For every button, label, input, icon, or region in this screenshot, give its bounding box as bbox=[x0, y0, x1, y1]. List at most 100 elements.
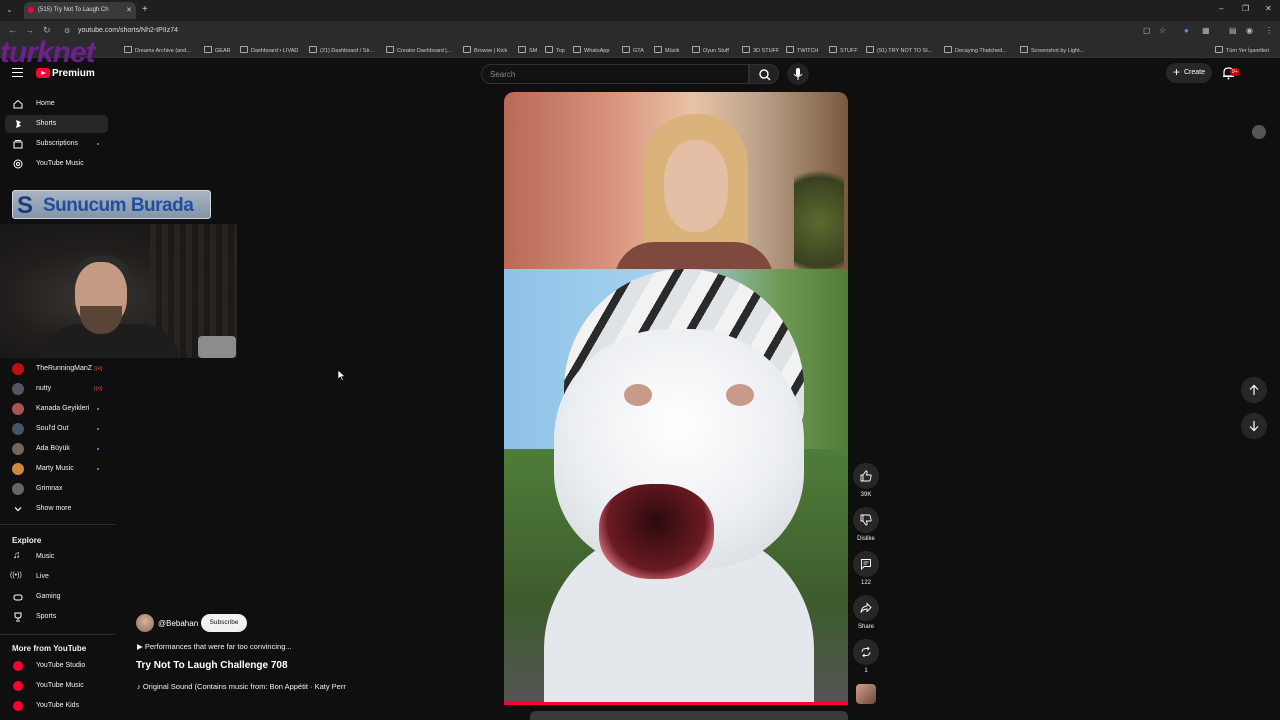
next-short-preview[interactable] bbox=[530, 711, 848, 720]
url-field[interactable]: youtube.com/shorts/Nh2-tPIIz74 bbox=[78, 27, 178, 34]
sidebar-item-subscription[interactable]: Ada Büyük bbox=[5, 440, 108, 458]
bookmark-item[interactable]: Creator Dashboard |... bbox=[386, 46, 451, 54]
bookmark-item[interactable]: Müzik bbox=[654, 46, 679, 54]
short-description[interactable]: ▶ Performances that were far too convinc… bbox=[137, 642, 292, 651]
sidebar-item-subscription[interactable]: Marty Music bbox=[5, 460, 108, 478]
sidebar-item-sports[interactable]: Sports bbox=[5, 608, 108, 626]
sidebar-item-youtube-music[interactable]: YouTube Music bbox=[5, 155, 108, 173]
profile-icon[interactable]: ◉ bbox=[1246, 26, 1253, 35]
sidebar-item-music[interactable]: ♫ Music bbox=[5, 548, 108, 566]
remix-button[interactable]: 1 bbox=[852, 639, 880, 674]
youtube-music-icon bbox=[13, 681, 23, 691]
install-app-icon[interactable]: ▢ bbox=[1143, 26, 1151, 35]
like-button[interactable]: 39K bbox=[852, 463, 880, 498]
sidebar-item-label: Gaming bbox=[36, 593, 61, 600]
live-broadcast-icon: ((•)) bbox=[10, 572, 22, 579]
minimize-icon[interactable]: – bbox=[1219, 4, 1223, 13]
sidebar-item-subscription[interactable]: nutty ((•)) bbox=[5, 380, 108, 398]
channel-handle[interactable]: @Bebahan bbox=[158, 619, 198, 628]
bookmark-item[interactable]: (91) TRY NOT TO SI... bbox=[866, 46, 932, 54]
bookmark-item[interactable]: GTA bbox=[622, 46, 644, 54]
video-top-frame bbox=[504, 92, 848, 282]
close-window-icon[interactable]: ✕ bbox=[1265, 4, 1272, 13]
sidebar-item-subscription[interactable]: TheRunningManZ ((•)) bbox=[5, 360, 108, 378]
sidebar-item-label: YouTube Kids bbox=[36, 702, 80, 709]
channel-avatar bbox=[12, 483, 24, 495]
bookmark-item[interactable]: 3D STUFF bbox=[742, 46, 779, 54]
sidebar-icon[interactable]: ▤ bbox=[1229, 26, 1237, 35]
menu-kebab-icon[interactable]: ⋮ bbox=[1265, 26, 1273, 35]
bookmark-item[interactable]: STUFF bbox=[829, 46, 858, 54]
close-tab-icon[interactable]: ✕ bbox=[126, 6, 132, 14]
bookmark-item[interactable]: Browse | Kick bbox=[463, 46, 507, 54]
bookmark-star-icon[interactable]: ☆ bbox=[1159, 26, 1166, 35]
subscribe-button[interactable]: Subscribe bbox=[201, 614, 247, 632]
voice-search-button[interactable] bbox=[787, 63, 809, 85]
bookmark-item[interactable]: (21) Dashboard / Str... bbox=[309, 46, 374, 54]
bookmark-item[interactable]: WhatsApp bbox=[573, 46, 609, 54]
arrow-down-icon bbox=[1249, 421, 1259, 432]
shorts-video-player[interactable] bbox=[504, 92, 848, 704]
bookmark-item[interactable]: Screenshot by Light... bbox=[1020, 46, 1084, 54]
reload-icon[interactable]: ↻ bbox=[43, 25, 51, 36]
comments-button[interactable]: 122 bbox=[852, 551, 880, 586]
search-input[interactable]: Search bbox=[481, 64, 749, 84]
shorts-icon bbox=[16, 120, 21, 128]
bookmark-item[interactable]: Dashboard • LIVAD bbox=[240, 46, 298, 54]
bookmark-item[interactable]: SM bbox=[518, 46, 537, 54]
bookmark-item[interactable]: Decaying Thatched... bbox=[944, 46, 1007, 54]
tab-list-icon[interactable]: ⌄ bbox=[6, 5, 13, 14]
sidebar-item-home[interactable]: Home bbox=[5, 95, 108, 113]
sidebar-item-shorts[interactable]: Shorts bbox=[5, 115, 108, 133]
channel-avatar bbox=[12, 383, 24, 395]
sidebar-item-youtube-studio[interactable]: YouTube Studio bbox=[5, 657, 108, 675]
dislike-button[interactable]: Dislike bbox=[852, 507, 880, 542]
extension-icon[interactable]: ● bbox=[1184, 26, 1189, 35]
back-icon[interactable]: ← bbox=[8, 25, 17, 35]
sidebar-item-subscription[interactable]: Soul'd Out bbox=[5, 420, 108, 438]
comment-count: 122 bbox=[860, 580, 871, 586]
video-bottom-frame bbox=[504, 269, 848, 704]
account-avatar[interactable] bbox=[1252, 125, 1266, 139]
banner-logo-letter: S bbox=[17, 192, 34, 219]
bookmark-item[interactable]: TWITCH bbox=[786, 46, 818, 54]
new-tab-icon[interactable]: + bbox=[142, 4, 148, 15]
remix-count: 1 bbox=[864, 668, 868, 674]
show-more-button[interactable]: Show more bbox=[5, 500, 108, 518]
sidebar-item-subscriptions[interactable]: Subscriptions bbox=[5, 135, 108, 153]
restore-icon[interactable]: ❐ bbox=[1242, 4, 1249, 13]
chevron-down-icon bbox=[14, 507, 22, 512]
sidebar-item-subscription[interactable]: Kanada Geyikleri bbox=[5, 400, 108, 418]
forward-icon[interactable]: → bbox=[25, 25, 34, 35]
bookmark-item[interactable]: Dreams Archive (and... bbox=[124, 46, 191, 54]
previous-short-button[interactable] bbox=[1241, 377, 1267, 403]
sound-thumbnail[interactable] bbox=[856, 684, 876, 704]
video-progress-bar[interactable] bbox=[504, 702, 848, 705]
sidebar-item-subscription[interactable]: Grimnax bbox=[5, 480, 108, 498]
extensions-puzzle-icon[interactable]: ▦ bbox=[1202, 26, 1210, 35]
arrow-up-icon bbox=[1249, 384, 1259, 395]
channel-avatar[interactable] bbox=[136, 614, 154, 632]
microphone-icon bbox=[793, 68, 803, 80]
sound-link[interactable]: ♪ Original Sound (Contains music from: B… bbox=[137, 682, 346, 691]
sidebar-item-live[interactable]: ((•)) Live bbox=[5, 568, 108, 586]
sidebar-item-label: Live bbox=[36, 573, 49, 580]
music-note-icon: ♫ bbox=[13, 550, 21, 561]
sidebar-item-youtube-music-app[interactable]: YouTube Music bbox=[5, 677, 108, 695]
new-content-dot bbox=[97, 428, 99, 430]
bookmark-item[interactable]: Oyun Stuff bbox=[692, 46, 729, 54]
site-info-icon[interactable]: ⚙ bbox=[64, 27, 70, 35]
sidebar-item-youtube-kids[interactable]: YouTube Kids bbox=[5, 697, 108, 715]
bookmark-item[interactable]: Top bbox=[545, 46, 565, 54]
bookmark-item[interactable]: GEAR bbox=[204, 46, 231, 54]
next-short-button[interactable] bbox=[1241, 413, 1267, 439]
share-button[interactable]: Share bbox=[852, 595, 880, 630]
sound-text: Original Sound (Contains music from: Bon… bbox=[142, 682, 346, 691]
create-button[interactable]: + Create bbox=[1166, 63, 1212, 83]
sidebar-item-gaming[interactable]: Gaming bbox=[5, 588, 108, 606]
search-button[interactable] bbox=[749, 64, 779, 84]
all-bookmarks[interactable]: Tüm Yer İşaretleri bbox=[1215, 46, 1269, 54]
trophy-icon bbox=[14, 612, 22, 622]
browser-tab[interactable]: (515) Try Not To Laugh Ch ✕ bbox=[24, 2, 136, 19]
notification-badge: 9+ bbox=[1230, 68, 1240, 76]
